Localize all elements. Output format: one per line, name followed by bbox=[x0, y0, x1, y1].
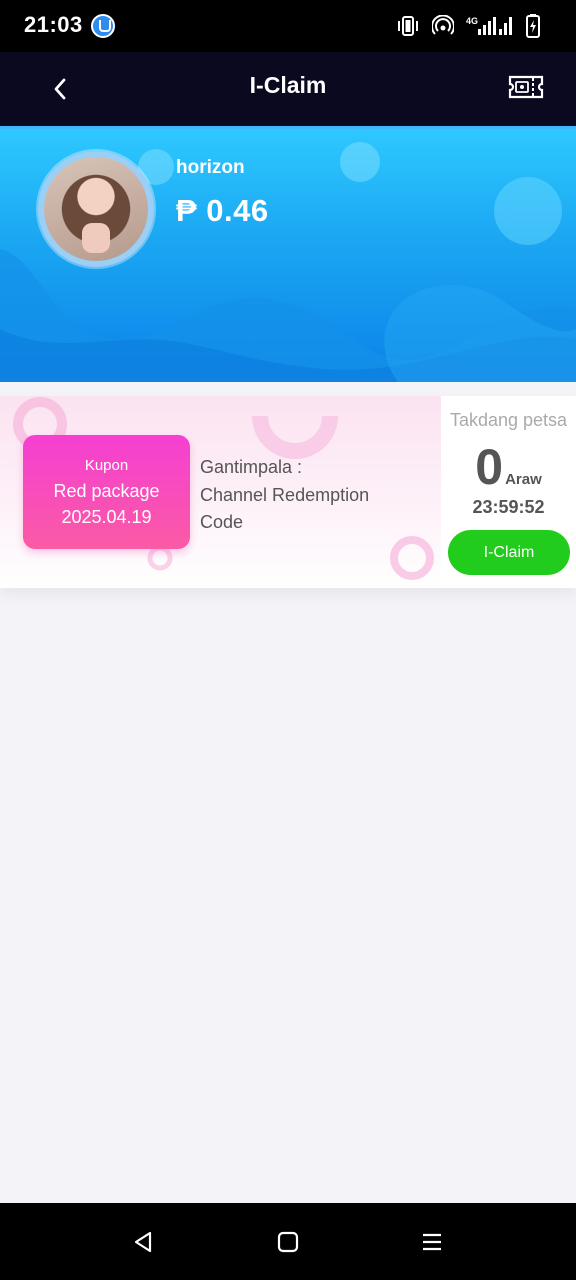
signal-4g-icon: 4G bbox=[466, 16, 512, 35]
days-unit: Araw bbox=[505, 471, 542, 488]
claim-button[interactable]: I-Claim bbox=[448, 530, 570, 575]
svg-text:4G: 4G bbox=[466, 16, 478, 26]
coupon-name: Red package bbox=[53, 481, 160, 501]
ticket-button[interactable] bbox=[506, 71, 546, 103]
coupon-tag: Kupon Red package 2025.04.19 bbox=[23, 435, 190, 549]
battery-charging-icon bbox=[526, 14, 540, 38]
coupon-date: 2025.04.19 bbox=[61, 507, 152, 527]
countdown-timer: 23:59:52 bbox=[472, 497, 545, 517]
hotspot-icon bbox=[432, 15, 454, 35]
coupon-claim-panel: Takdang petsa 0 Araw 23:59:52 I-Claim bbox=[441, 396, 576, 588]
security-app-icon bbox=[91, 14, 115, 38]
prize-value-line1: Channel Redemption bbox=[200, 484, 370, 505]
coupon-card: Kupon Red package 2025.04.19 Gantimpala … bbox=[0, 396, 576, 588]
menu-lines-icon bbox=[423, 1233, 441, 1251]
home-square-icon bbox=[277, 1231, 299, 1253]
nav-menu-button[interactable] bbox=[417, 1227, 447, 1257]
username: horizon bbox=[176, 157, 245, 178]
ticket-icon bbox=[508, 75, 544, 99]
back-triangle-icon bbox=[134, 1231, 152, 1253]
status-time: 21:03 bbox=[24, 12, 83, 37]
page-title: I-Claim bbox=[249, 72, 327, 98]
coupon-type: Kupon bbox=[84, 457, 129, 474]
balance: ₱ 0.46 bbox=[176, 193, 269, 228]
days-count: 0 bbox=[475, 439, 504, 495]
nav-home-button[interactable] bbox=[273, 1227, 303, 1257]
avatar bbox=[38, 151, 154, 267]
profile-banner: horizon ₱ 0.46 bbox=[0, 126, 576, 382]
deadline-label: Takdang petsa bbox=[449, 410, 568, 430]
system-nav-bar bbox=[0, 1203, 576, 1280]
status-icons: 4G bbox=[396, 14, 540, 38]
status-bar: 21:03 4G bbox=[0, 0, 576, 52]
app-header: I-Claim bbox=[0, 52, 576, 126]
days-remaining: 0 Araw bbox=[441, 438, 576, 496]
coupon-details: Kupon Red package 2025.04.19 Gantimpala … bbox=[0, 396, 441, 588]
vibrate-icon bbox=[398, 16, 418, 36]
nav-back-button[interactable] bbox=[128, 1227, 158, 1257]
prize-label: Gantimpala : bbox=[200, 457, 303, 477]
prize-value-line2: Code bbox=[200, 512, 244, 532]
prize-description: Gantimpala : Channel Redemption Code bbox=[200, 454, 400, 537]
